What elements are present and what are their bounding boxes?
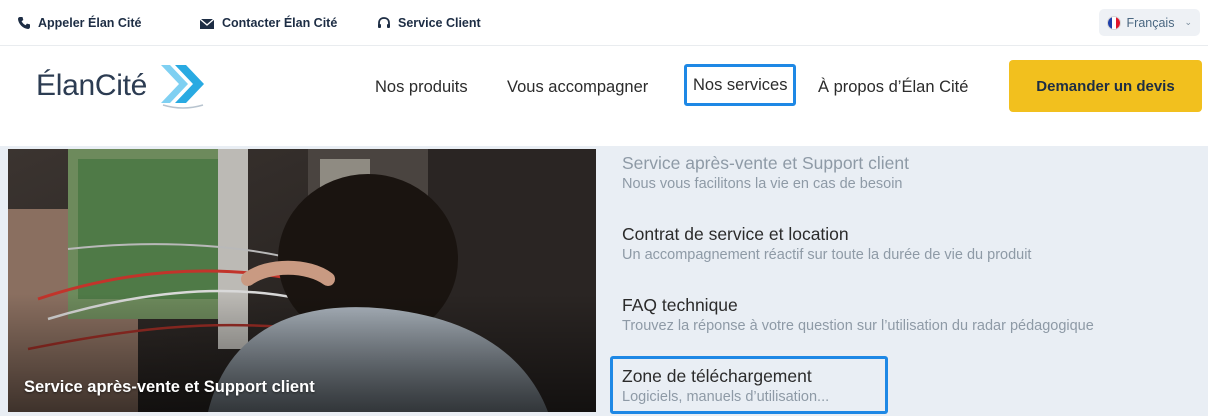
menu-item-desc: Un accompagnement réactif sur toute la d… <box>622 247 1032 263</box>
feature-caption: Service après-vente et Support client <box>24 378 315 396</box>
headset-icon <box>377 16 391 30</box>
mail-icon <box>199 17 215 30</box>
feature-image-card[interactable]: Service après-vente et Support client <box>8 149 596 412</box>
menu-item-desc: Logiciels, manuels d’utilisation... <box>622 389 830 405</box>
french-flag-icon <box>1106 15 1121 30</box>
language-label: Français <box>1126 15 1175 30</box>
menu-item-downloads[interactable]: Zone de téléchargement Logiciels, manuel… <box>622 365 829 407</box>
service-client-label: Service Client <box>398 16 481 30</box>
menu-item-desc: Trouvez la réponse à votre question sur … <box>622 318 1094 334</box>
menu-item-service-contract[interactable]: Contrat de service et location Un accomp… <box>622 223 1031 265</box>
logo-chevrons-icon <box>157 59 211 114</box>
language-selector[interactable]: Français ⌄ <box>1098 9 1200 36</box>
menu-item-title: Zone de téléchargement <box>622 366 812 386</box>
phone-icon <box>17 16 31 30</box>
menu-item-after-sales[interactable]: Service après-vente et Support client No… <box>622 152 909 194</box>
menu-item-faq[interactable]: FAQ technique Trouvez la réponse à votre… <box>622 294 1094 336</box>
technician-photo <box>8 149 596 412</box>
nav-services[interactable]: Nos services <box>684 64 797 106</box>
top-utility-bar: Appeler Élan Cité Contacter Élan Cité Se… <box>0 0 1208 46</box>
logo-text: ÉlanCité <box>36 69 147 102</box>
menu-item-title: Service après-vente et Support client <box>622 153 909 173</box>
service-client-link[interactable]: Service Client <box>377 13 481 33</box>
contact-link[interactable]: Contacter Élan Cité <box>199 13 337 33</box>
call-link[interactable]: Appeler Élan Cité <box>17 13 142 33</box>
chevron-down-icon: ⌄ <box>1184 17 1192 27</box>
logo[interactable]: ÉlanCité <box>36 60 211 112</box>
request-quote-button[interactable]: Demander un devis <box>1009 60 1202 112</box>
nav-products[interactable]: Nos produits <box>375 72 468 102</box>
call-link-label: Appeler Élan Cité <box>38 16 142 30</box>
contact-link-label: Contacter Élan Cité <box>222 16 338 30</box>
menu-item-desc: Nous vous facilitons la vie en cas de be… <box>622 176 903 192</box>
menu-item-title: FAQ technique <box>622 295 738 315</box>
menu-item-title: Contrat de service et location <box>622 224 849 244</box>
nav-about[interactable]: À propos d’Élan Cité <box>818 72 968 102</box>
nav-support[interactable]: Vous accompagner <box>507 72 648 102</box>
